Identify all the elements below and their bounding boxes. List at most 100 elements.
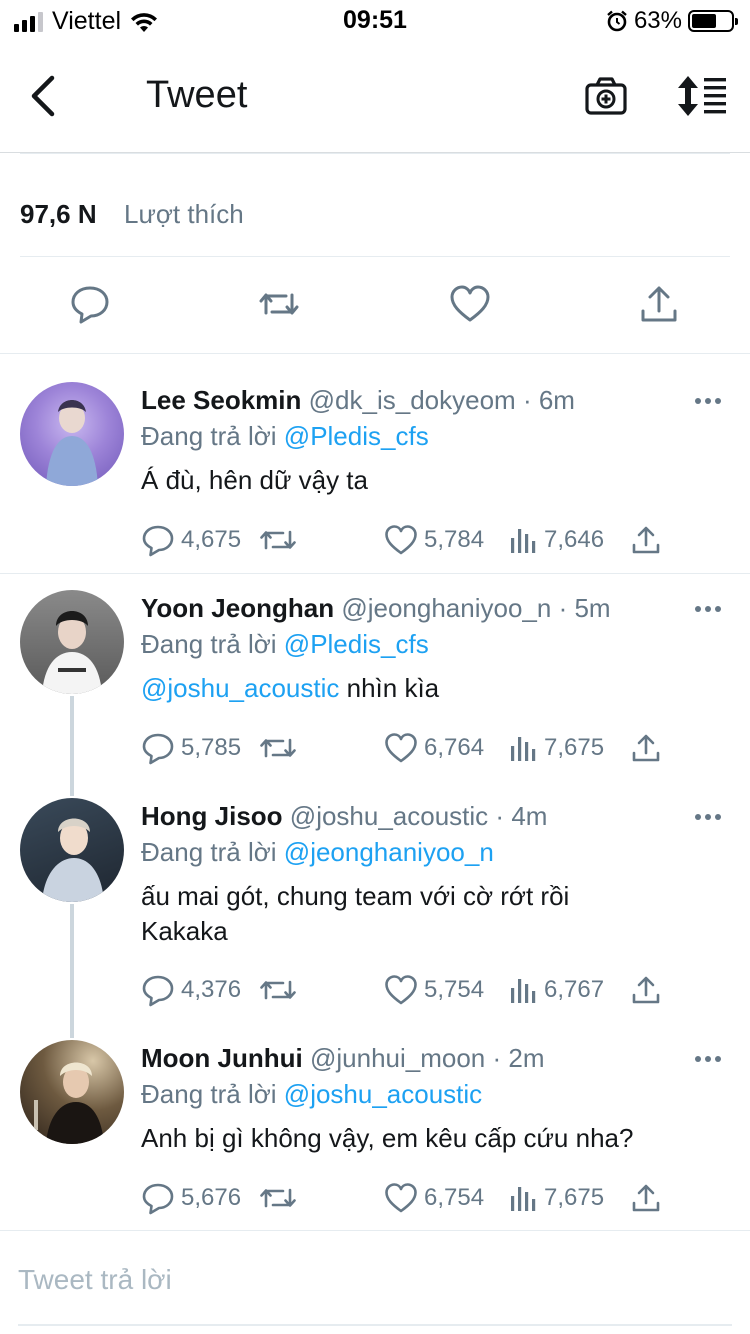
- replying-to: Đang trả lời @jeonghaniyoo_n: [141, 837, 494, 868]
- replying-to-handle[interactable]: @Pledis_cfs: [284, 629, 429, 659]
- views-action[interactable]: 7,646: [508, 522, 604, 558]
- retweet-icon[interactable]: [259, 1181, 297, 1215]
- tweet-action-bar: [0, 257, 750, 354]
- reply-icon[interactable]: [141, 973, 175, 1007]
- more-icon[interactable]: [694, 605, 722, 613]
- back-chevron-icon[interactable]: [22, 72, 66, 120]
- replying-to: Đang trả lời @joshu_acoustic: [141, 1079, 482, 1110]
- views-icon[interactable]: [508, 733, 538, 763]
- retweet-icon[interactable]: [259, 973, 297, 1007]
- reply-action[interactable]: 4,376: [141, 972, 241, 1008]
- avatar[interactable]: [20, 382, 124, 486]
- reply-count: 5,785: [181, 734, 242, 761]
- share-action[interactable]: [631, 730, 661, 766]
- reply-icon[interactable]: [141, 1181, 175, 1215]
- author-handle[interactable]: @joshu_acoustic: [290, 801, 488, 831]
- avatar-figure: [42, 818, 104, 902]
- timestamp: 6m: [538, 385, 575, 415]
- reply-action[interactable]: 5,785: [141, 730, 241, 766]
- reply-tweet[interactable]: Yoon Jeonghan @jeonghaniyoo_n · 5m Đang …: [0, 574, 750, 782]
- views-icon[interactable]: [508, 525, 538, 555]
- author-name[interactable]: Moon Junhui: [141, 1043, 303, 1073]
- author-handle[interactable]: @junhui_moon: [310, 1043, 485, 1073]
- reply-actions: 4,376 5,754 6,767: [141, 972, 721, 1008]
- reply-text: Anh bị gì không vậy, em kêu cấp cứu nha?: [141, 1121, 701, 1156]
- share-icon[interactable]: [631, 525, 661, 555]
- more-icon[interactable]: [694, 397, 722, 405]
- author-name[interactable]: Hong Jisoo: [141, 801, 283, 831]
- retweet-action[interactable]: [259, 972, 297, 1008]
- reply-text-body: nhìn kìa: [339, 673, 440, 703]
- reply-tweet[interactable]: Hong Jisoo @joshu_acoustic · 4m Đang trả…: [0, 782, 750, 1024]
- replying-to-handle[interactable]: @jeonghaniyoo_n: [284, 837, 494, 867]
- replying-prefix: Đang trả lời: [141, 629, 277, 659]
- replying-prefix: Đang trả lời: [141, 421, 277, 451]
- author-name[interactable]: Lee Seokmin: [141, 385, 301, 415]
- reply-header: Moon Junhui @junhui_moon · 2m: [141, 1043, 545, 1075]
- reply-tweet[interactable]: Lee Seokmin @dk_is_dokyeom · 6m Đang trả…: [0, 354, 750, 574]
- like-icon[interactable]: [384, 731, 418, 765]
- timestamp: 2m: [508, 1043, 545, 1073]
- views-icon[interactable]: [508, 1183, 538, 1213]
- like-action[interactable]: 5,754: [384, 972, 484, 1008]
- sort-icon[interactable]: [676, 74, 728, 118]
- reply-action[interactable]: 4,675: [141, 522, 241, 558]
- retweet-icon[interactable]: [259, 523, 297, 557]
- share-icon[interactable]: [631, 975, 661, 1005]
- share-action[interactable]: [631, 522, 661, 558]
- share-icon[interactable]: [631, 733, 661, 763]
- author-handle[interactable]: @dk_is_dokyeom: [309, 385, 516, 415]
- retweet-icon[interactable]: [258, 283, 300, 325]
- reply-composer[interactable]: Tweet trả lời: [0, 1230, 750, 1334]
- reply-input[interactable]: Tweet trả lời: [18, 1264, 172, 1296]
- replying-to-handle[interactable]: @Pledis_cfs: [284, 421, 429, 451]
- views-action[interactable]: 7,675: [508, 1180, 604, 1216]
- like-icon[interactable]: [384, 973, 418, 1007]
- reply-icon[interactable]: [69, 283, 111, 325]
- author-handle[interactable]: @jeonghaniyoo_n: [341, 593, 551, 623]
- mention-link[interactable]: @joshu_acoustic: [141, 673, 339, 703]
- reply-actions: 5,785 6,764 7,675: [141, 730, 721, 766]
- reply-icon[interactable]: [141, 731, 175, 765]
- replying-to: Đang trả lời @Pledis_cfs: [141, 629, 429, 660]
- camera-plus-icon[interactable]: [584, 74, 628, 118]
- more-icon[interactable]: [694, 813, 722, 821]
- more-icon[interactable]: [694, 1055, 722, 1063]
- views-action[interactable]: 6,767: [508, 972, 604, 1008]
- reply-icon[interactable]: [141, 523, 175, 557]
- separator-dot: ·: [522, 385, 532, 415]
- avatar[interactable]: [20, 1040, 124, 1144]
- timestamp: 5m: [574, 593, 611, 623]
- like-action[interactable]: 5,784: [384, 522, 484, 558]
- share-action[interactable]: [631, 1180, 661, 1216]
- retweet-action[interactable]: [259, 1180, 297, 1216]
- share-icon[interactable]: [631, 1183, 661, 1213]
- reply-text: @joshu_acoustic nhìn kìa: [141, 671, 701, 706]
- reply-count: 5,676: [181, 1184, 242, 1211]
- like-count: 6,764: [424, 734, 485, 761]
- reply-action[interactable]: 5,676: [141, 1180, 241, 1216]
- share-icon[interactable]: [638, 283, 680, 325]
- likes-summary[interactable]: 97,6 N Lượt thích: [20, 153, 730, 257]
- replying-to-handle[interactable]: @joshu_acoustic: [284, 1079, 482, 1109]
- battery-icon: [688, 10, 738, 32]
- reply-tweet[interactable]: Moon Junhui @junhui_moon · 2m Đang trả l…: [0, 1024, 750, 1230]
- avatar[interactable]: [20, 590, 124, 694]
- battery-percent: 63%: [633, 7, 682, 34]
- views-icon[interactable]: [508, 975, 538, 1005]
- like-action[interactable]: 6,754: [384, 1180, 484, 1216]
- retweet-action[interactable]: [259, 522, 297, 558]
- views-count: 7,675: [544, 734, 605, 761]
- share-action[interactable]: [631, 972, 661, 1008]
- views-action[interactable]: 7,675: [508, 730, 604, 766]
- like-icon[interactable]: [384, 523, 418, 557]
- retweet-icon[interactable]: [259, 731, 297, 765]
- avatar[interactable]: [20, 798, 124, 902]
- like-icon[interactable]: [384, 1181, 418, 1215]
- like-icon[interactable]: [449, 283, 491, 325]
- reply-text-body: Anh bị gì không vậy, em kêu cấp cứu nha?: [141, 1123, 634, 1153]
- author-name[interactable]: Yoon Jeonghan: [141, 593, 334, 623]
- reply-header: Yoon Jeonghan @jeonghaniyoo_n · 5m: [141, 593, 611, 625]
- like-action[interactable]: 6,764: [384, 730, 484, 766]
- retweet-action[interactable]: [259, 730, 297, 766]
